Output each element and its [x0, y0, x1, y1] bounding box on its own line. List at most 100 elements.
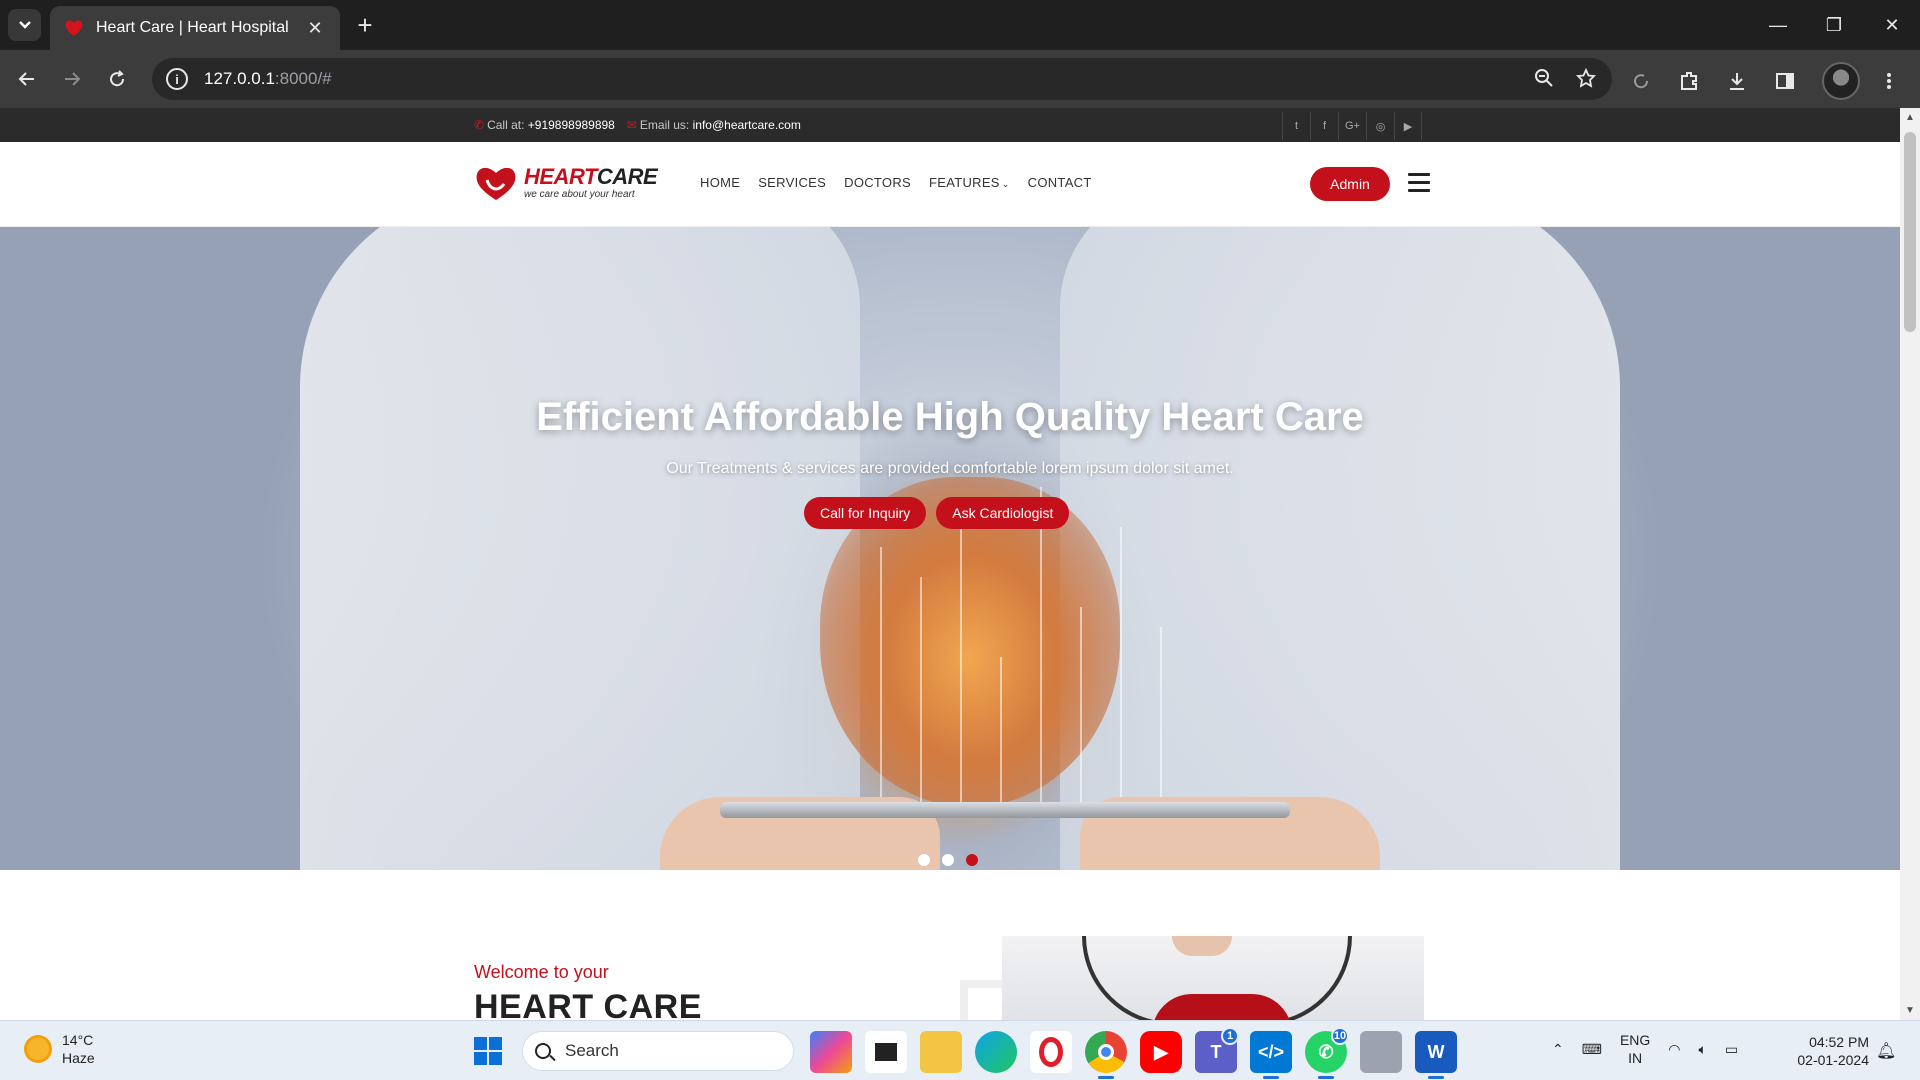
- page-scrollbar[interactable]: ▲ ▼: [1900, 108, 1920, 1020]
- heart-logo-icon: [476, 167, 516, 200]
- slider-dot-1[interactable]: [918, 854, 930, 866]
- close-window-button[interactable]: ✕: [1864, 0, 1920, 50]
- lang-top: ENG: [1619, 1032, 1651, 1048]
- heart-favicon-icon: [65, 20, 83, 36]
- nav-contact[interactable]: CONTACT: [1028, 175, 1092, 190]
- hero-title: Efficient Affordable High Quality Heart …: [536, 395, 1364, 439]
- keyboard-icon[interactable]: ⌨: [1582, 1041, 1602, 1058]
- slider-dot-2[interactable]: [942, 854, 954, 866]
- scrollbar-thumb[interactable]: [1904, 132, 1916, 332]
- browser-tab[interactable]: Heart Care | Heart Hospital ✕: [50, 6, 340, 50]
- task-view-icon[interactable]: [865, 1031, 907, 1073]
- snipping-tool-icon[interactable]: [1360, 1031, 1402, 1073]
- new-tab-button[interactable]: +: [352, 12, 378, 38]
- scroll-down-arrow-icon[interactable]: ▼: [1905, 1005, 1915, 1016]
- tab-title: Heart Care | Heart Hospital: [96, 19, 289, 36]
- chevron-up-icon[interactable]: ⌃: [1552, 1041, 1564, 1058]
- tab-search-button[interactable]: [8, 9, 41, 41]
- chevron-down-icon: ⌄: [1001, 179, 1010, 189]
- edge-icon[interactable]: [975, 1031, 1017, 1073]
- email-info[interactable]: ✉ Email us: info@heartcare.com: [627, 118, 801, 132]
- opera-icon[interactable]: [1030, 1031, 1072, 1073]
- call-info[interactable]: ✆ Call at: +919898989898: [474, 118, 615, 132]
- hamburger-menu-icon[interactable]: [1408, 173, 1430, 197]
- site-navbar: HEARTCARE we care about your heart HOME …: [0, 142, 1900, 227]
- call-for-inquiry-button[interactable]: Call for Inquiry: [804, 497, 927, 529]
- wifi-icon[interactable]: ◠: [1668, 1041, 1680, 1058]
- chevron-down-icon: [18, 21, 31, 29]
- nav-features-label: FEATURES: [929, 175, 1000, 190]
- windows-start-icon[interactable]: [474, 1037, 502, 1065]
- haze-sun-icon: [24, 1035, 52, 1063]
- scroll-up-arrow-icon[interactable]: ▲: [1905, 112, 1915, 123]
- minimize-button[interactable]: —: [1750, 0, 1806, 50]
- site-topbar: ✆ Call at: +919898989898 ✉ Email us: info@…: [0, 108, 1900, 142]
- logo-name-dark: CARE: [596, 164, 658, 189]
- bookmark-star-icon[interactable]: [1576, 68, 1596, 88]
- weather-condition: Haze: [62, 1050, 95, 1066]
- back-arrow-icon: [18, 72, 34, 86]
- taskbar-search[interactable]: Search: [522, 1031, 794, 1071]
- call-number: +919898989898: [527, 118, 615, 132]
- search-placeholder: Search: [565, 1041, 619, 1060]
- more-menu-icon[interactable]: [1886, 71, 1892, 91]
- youtube-icon[interactable]: ▶: [1394, 112, 1422, 140]
- back-button[interactable]: [10, 62, 44, 96]
- clock-time: 04:52 PM: [1809, 1034, 1869, 1050]
- page-viewport: ✆ Call at: +919898989898 ✉ Email us: info@…: [0, 108, 1900, 1020]
- side-panel-icon[interactable]: [1774, 70, 1796, 92]
- teams-icon[interactable]: T1: [1195, 1027, 1239, 1073]
- twitter-icon[interactable]: t: [1282, 112, 1310, 140]
- word-icon[interactable]: W: [1415, 1031, 1457, 1079]
- url-path: :8000/#: [274, 69, 332, 88]
- logo-tagline: we care about your heart: [524, 189, 635, 200]
- hero-slider: Efficient Affordable High Quality Heart …: [0, 227, 1900, 870]
- volume-icon[interactable]: 🔈︎: [1699, 1041, 1707, 1058]
- forward-button[interactable]: [55, 62, 89, 96]
- taskbar-clock[interactable]: 04:52 PM 02-01-2024: [1785, 1033, 1869, 1069]
- youtube-app-icon[interactable]: ▶: [1140, 1031, 1182, 1073]
- forward-arrow-icon: [65, 72, 81, 86]
- nav-services[interactable]: SERVICES: [758, 175, 826, 190]
- site-logo[interactable]: HEARTCARE we care about your heart: [474, 164, 658, 202]
- chrome-icon[interactable]: [1085, 1031, 1127, 1079]
- reload-button[interactable]: [100, 62, 134, 96]
- notification-bell-icon[interactable]: 🔔︎: [1876, 1041, 1896, 1061]
- facebook-icon[interactable]: f: [1310, 112, 1338, 140]
- file-explorer-icon[interactable]: [920, 1031, 962, 1073]
- zoom-icon[interactable]: [1534, 68, 1554, 88]
- profile-avatar[interactable]: [1822, 62, 1860, 100]
- hero-subtitle: Our Treatments & services are provided c…: [666, 460, 1234, 477]
- copilot-icon[interactable]: [810, 1031, 852, 1073]
- tab-close-icon[interactable]: ✕: [304, 18, 326, 39]
- refresh-extension-icon[interactable]: [1630, 70, 1652, 92]
- nav-home[interactable]: HOME: [700, 175, 740, 190]
- temperature: 14°C: [62, 1032, 94, 1048]
- ask-cardiologist-button[interactable]: Ask Cardiologist: [936, 497, 1070, 529]
- main-menu: HOME SERVICES DOCTORS FEATURES ⌄ CONTACT: [700, 175, 1092, 190]
- nav-doctors[interactable]: DOCTORS: [844, 175, 911, 190]
- battery-icon[interactable]: ▭: [1725, 1041, 1738, 1058]
- google-plus-icon[interactable]: G+: [1338, 112, 1366, 140]
- social-links: t f G+ ◎ ▶: [1282, 112, 1422, 140]
- restore-button[interactable]: ❐: [1806, 0, 1862, 50]
- slider-dot-3[interactable]: [966, 854, 978, 866]
- browser-toolbar: i 127.0.0.1:8000/#: [0, 50, 1920, 108]
- language-indicator[interactable]: ENG IN: [1620, 1031, 1650, 1067]
- weather-widget[interactable]: 14°C Haze: [24, 1031, 95, 1067]
- address-bar[interactable]: i 127.0.0.1:8000/#: [152, 58, 1612, 100]
- admin-button[interactable]: Admin: [1310, 167, 1390, 201]
- site-info-icon[interactable]: i: [166, 68, 188, 90]
- extensions-puzzle-icon[interactable]: [1678, 70, 1700, 92]
- instagram-icon[interactable]: ◎: [1366, 112, 1394, 140]
- phone-icon: ✆: [474, 118, 485, 132]
- windows-taskbar: 14°C Haze Search ▶ T1 </> ✆ 10 W ⌃ ⌨ ENG IN…: [0, 1020, 1920, 1080]
- vscode-icon[interactable]: </>: [1250, 1031, 1292, 1079]
- logo-name-red: HEART: [524, 164, 597, 189]
- whatsapp-icon[interactable]: ✆ 10: [1305, 1027, 1349, 1079]
- search-icon: [535, 1043, 551, 1059]
- nav-features[interactable]: FEATURES ⌄: [929, 175, 1010, 190]
- browser-tab-bar: Heart Care | Heart Hospital ✕ + — ❐ ✕: [0, 0, 1920, 50]
- about-title: HEART CARE: [474, 988, 702, 1020]
- download-icon[interactable]: [1726, 70, 1748, 92]
